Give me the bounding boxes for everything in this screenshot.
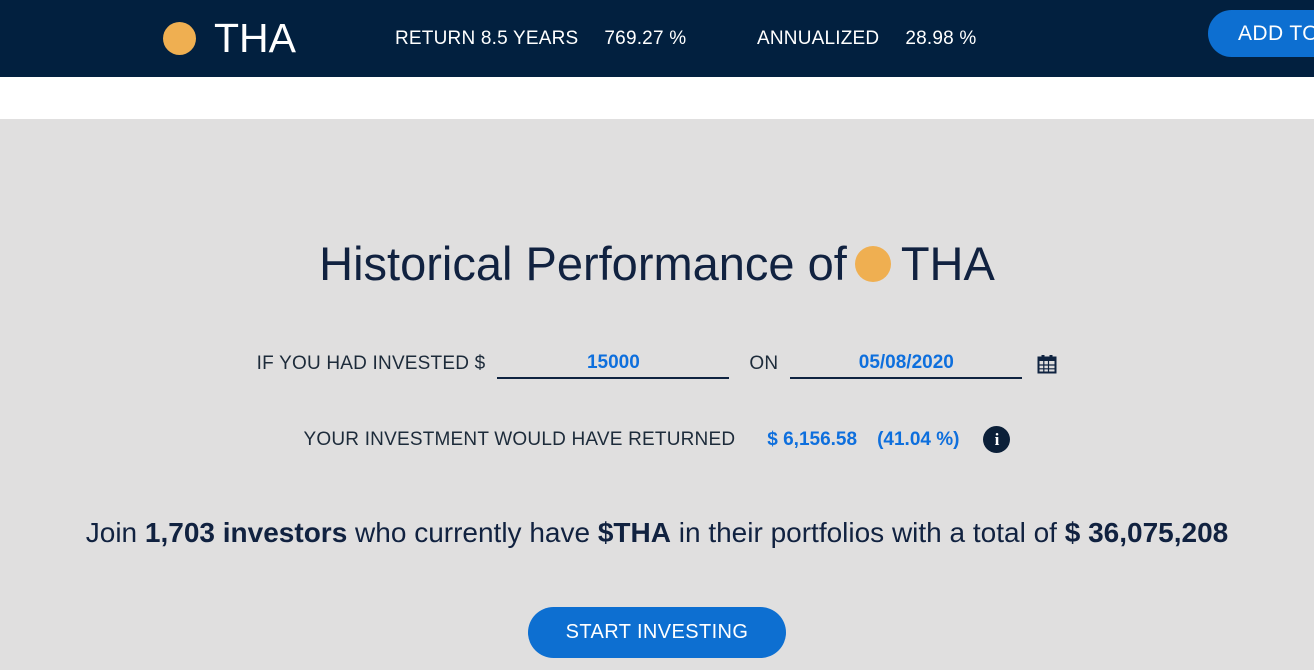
coin-dot-icon (163, 22, 196, 55)
investment-return-row: YOUR INVESTMENT WOULD HAVE RETURNED $ 6,… (0, 426, 1314, 453)
returned-percent: (41.04 %) (877, 428, 960, 450)
annualized-stat: ANNUALIZED 28.98 % (757, 0, 976, 77)
page-title: Historical Performance of THA (0, 236, 1314, 291)
investment-amount-input[interactable] (497, 348, 730, 377)
join-ticker-symbol: $THA (597, 517, 671, 548)
ticker-symbol: THA (214, 15, 296, 61)
ticker-block: THA (163, 0, 296, 77)
join-part1: Join (85, 517, 145, 548)
start-investing-button[interactable]: START INVESTING (527, 607, 787, 658)
historical-performance-panel: Historical Performance of THA IF YOU HAD… (0, 119, 1314, 670)
investment-date-input[interactable] (790, 348, 1023, 377)
return-stat: RETURN 8.5 YEARS 769.27 % (395, 0, 686, 77)
invested-prefix-label: IF YOU HAD INVESTED $ (256, 352, 486, 374)
join-part3: in their portfolios with a total of (670, 517, 1065, 548)
annualized-value: 28.98 % (905, 27, 977, 49)
calendar-icon[interactable] (1037, 354, 1057, 374)
join-investors-count: 1,703 investors (144, 517, 348, 548)
investment-input-row: IF YOU HAD INVESTED $ ON (0, 348, 1314, 379)
join-part2: who currently have (347, 517, 598, 548)
page-title-ticker: THA (900, 237, 995, 290)
join-investors-line: Join 1,703 investors who currently have … (0, 517, 1314, 549)
add-to-portfolio-button[interactable]: ADD TO (1208, 10, 1314, 57)
coin-dot-icon (854, 245, 891, 282)
white-spacer-band (0, 77, 1314, 119)
amount-field-wrap (497, 348, 730, 379)
returned-label: YOUR INVESTMENT WOULD HAVE RETURNED (303, 428, 736, 450)
page-title-prefix: Historical Performance of (319, 237, 847, 290)
join-total-value: $ 36,075,208 (1064, 517, 1229, 548)
returned-amount: $ 6,156.58 (767, 428, 858, 450)
start-button-wrap: START INVESTING (0, 607, 1314, 658)
annualized-label: ANNUALIZED (757, 27, 880, 49)
on-label: ON (749, 352, 779, 374)
return-label: RETURN 8.5 YEARS (395, 27, 579, 49)
info-icon[interactable]: i (983, 426, 1011, 453)
date-field-wrap (790, 348, 1023, 379)
return-value: 769.27 % (604, 27, 687, 49)
top-header-bar: THA RETURN 8.5 YEARS 769.27 % ANNUALIZED… (0, 0, 1314, 77)
